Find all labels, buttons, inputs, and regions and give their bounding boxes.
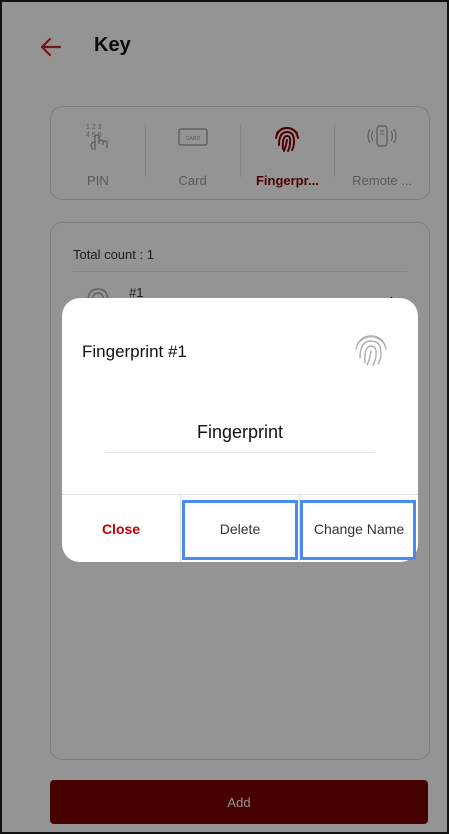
fingerprint-icon — [352, 328, 390, 373]
dialog-title: Fingerprint #1 — [82, 342, 187, 361]
fingerprint-name-field[interactable] — [106, 412, 374, 453]
close-button[interactable]: Close — [62, 495, 180, 562]
change-name-highlight-box — [300, 500, 416, 560]
app-screen: Key 1 2 3 4 5 6 PIN CARD Card Fingerpr..… — [0, 0, 449, 834]
delete-highlight-box — [182, 500, 298, 560]
